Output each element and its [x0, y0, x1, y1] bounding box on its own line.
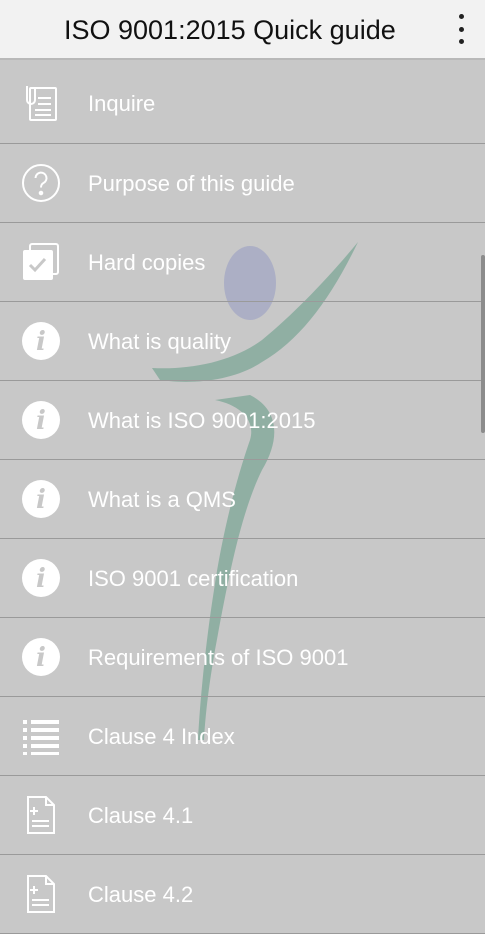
svg-text:i: i: [36, 327, 46, 357]
menu-item-what-is-quality[interactable]: i What is quality: [0, 302, 485, 381]
menu-item-inquire[interactable]: Inquire: [0, 64, 485, 144]
menu-item-label: Hard copies: [88, 250, 206, 275]
app-title: ISO 9001:2015 Quick guide: [64, 15, 396, 45]
menu-item-clause-4-2[interactable]: Clause 4.2: [0, 855, 485, 934]
menu-item-label: Requirements of ISO 9001: [88, 645, 349, 670]
list-icon: [20, 715, 62, 757]
menu-item-clause-4-index[interactable]: Clause 4 Index: [0, 697, 485, 776]
menu-item-label: What is a QMS: [88, 487, 236, 512]
menu-item-label: What is ISO 9001:2015: [88, 408, 316, 433]
scroll-indicator: [481, 255, 485, 433]
menu-item-what-is-qms[interactable]: i What is a QMS: [0, 460, 485, 539]
document-plus-icon: [20, 873, 62, 915]
menu-item-purpose[interactable]: Purpose of this guide: [0, 144, 485, 223]
svg-text:i: i: [36, 485, 46, 515]
document-plus-icon: [20, 794, 62, 836]
svg-text:i: i: [36, 643, 46, 673]
menu-list: Inquire Purpose of this guide Hard copie…: [0, 64, 485, 934]
menu-item-certification[interactable]: i ISO 9001 certification: [0, 539, 485, 618]
svg-text:i: i: [36, 564, 46, 594]
inquire-document-icon: [20, 82, 62, 124]
menu-item-label: Clause 4.2: [88, 882, 194, 907]
svg-text:i: i: [36, 406, 46, 436]
checkbox-copies-icon: [20, 241, 62, 283]
menu-item-clause-4-1[interactable]: Clause 4.1: [0, 776, 485, 855]
menu-item-label: What is quality: [88, 329, 232, 354]
info-circle-icon: i: [20, 320, 62, 362]
menu-item-hard-copies[interactable]: Hard copies: [0, 223, 485, 302]
menu-item-what-is-iso[interactable]: i What is ISO 9001:2015: [0, 381, 485, 460]
app-bar: ISO 9001:2015 Quick guide: [0, 0, 485, 60]
info-circle-icon: i: [20, 636, 62, 678]
menu-item-label: Clause 4 Index: [88, 724, 235, 749]
menu-item-label: Inquire: [88, 91, 156, 116]
info-circle-icon: i: [20, 478, 62, 520]
info-circle-icon: i: [20, 557, 62, 599]
menu-item-label: Clause 4.1: [88, 803, 194, 828]
menu-item-label: ISO 9001 certification: [88, 566, 299, 591]
menu-item-requirements[interactable]: i Requirements of ISO 9001: [0, 618, 485, 697]
question-circle-icon: [20, 162, 62, 204]
menu-item-label: Purpose of this guide: [88, 171, 295, 196]
info-circle-icon: i: [20, 399, 62, 441]
more-vert-icon[interactable]: [451, 14, 471, 44]
